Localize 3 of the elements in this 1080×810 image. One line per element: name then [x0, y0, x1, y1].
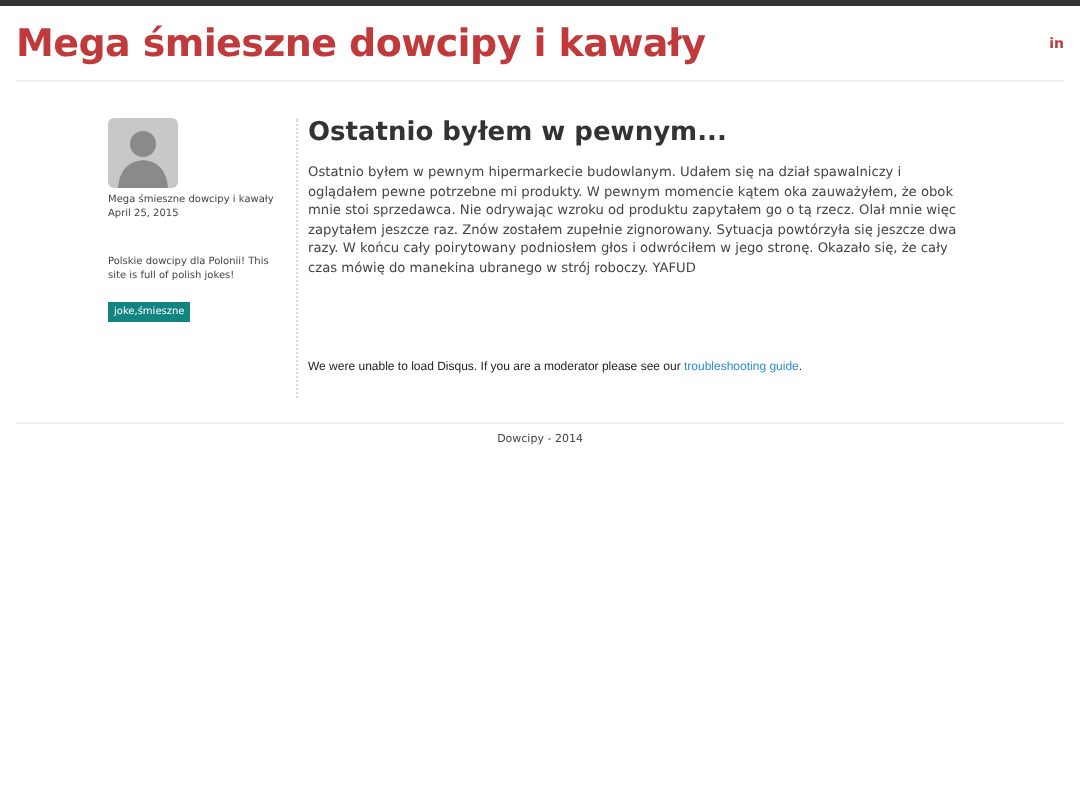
site-title[interactable]: Mega śmieszne dowcipy i kawały	[16, 21, 706, 65]
post-title: Ostatnio byłem w pewnym...	[308, 118, 729, 148]
avatar-icon	[108, 118, 178, 188]
